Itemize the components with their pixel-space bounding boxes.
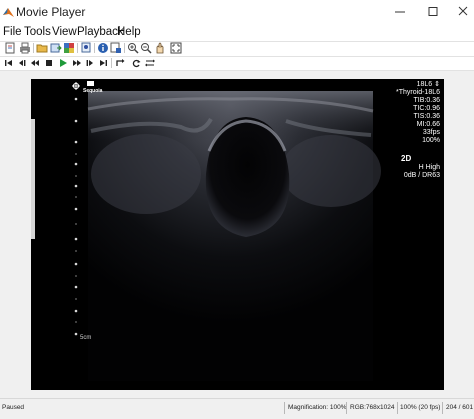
toolbar-divider — [94, 43, 95, 53]
probe-label: 18L6 ⇕ — [416, 81, 440, 88]
logo-text: Sequoia — [83, 88, 103, 94]
tib-value: TIB:0.36 — [413, 97, 440, 104]
frame-counter: 204 / 601 — [446, 404, 474, 411]
depth-scale — [74, 97, 78, 336]
status-divider — [442, 402, 443, 414]
frame-rate-value: 33fps — [422, 129, 440, 136]
color-info-status: RGB:768x1024 — [350, 404, 395, 411]
playback-toolbar — [0, 58, 474, 70]
menu-tools[interactable]: Tools — [24, 26, 51, 38]
title-bar: Movie Player — [0, 0, 474, 24]
gain-info: H High 0dB / DR63 — [404, 164, 440, 180]
mi-value: MI:0.66 — [416, 121, 440, 128]
menu-help[interactable]: Help — [117, 26, 141, 38]
maximize-icon[interactable] — [423, 4, 443, 20]
export-icon[interactable] — [50, 42, 62, 54]
acquisition-info: 18L6 ⇕ *Thyroid-18L6 TIB:0.36 TIC:0.96 T… — [396, 81, 440, 145]
pan-icon[interactable] — [154, 42, 166, 54]
tic-value: TIC:0.96 — [413, 105, 440, 112]
step-forward-icon[interactable] — [85, 58, 95, 68]
preset-label: *Thyroid-18L6 — [396, 89, 440, 96]
close-icon[interactable] — [453, 4, 473, 20]
zoom-in-icon[interactable] — [127, 42, 139, 54]
tis-value: TIS:0.36 — [413, 113, 440, 120]
rate-status: 100% (20 fps) — [400, 404, 441, 411]
gain-label: 0dB / DR63 — [403, 172, 440, 179]
magnification-status: Magnification: 100% — [288, 404, 347, 411]
step-back-icon[interactable] — [17, 58, 27, 68]
colormap-icon[interactable] — [63, 42, 75, 54]
info-icon[interactable] — [97, 42, 109, 54]
minimize-icon[interactable] — [390, 4, 410, 20]
ultrasound-frame[interactable]: Sequoia 18L6 ⇕ *Thyroid-18L6 TIB:0.36 TI… — [31, 79, 444, 390]
go-to-last-icon[interactable] — [98, 58, 108, 68]
go-to-first-icon[interactable] — [4, 58, 14, 68]
open-folder-icon[interactable] — [36, 42, 48, 54]
matlab-logo-icon — [3, 8, 14, 17]
menu-file[interactable]: File — [3, 26, 22, 38]
playback-direction-icon[interactable] — [145, 58, 155, 68]
toolbar-divider — [124, 43, 125, 53]
fast-forward-icon[interactable] — [72, 58, 82, 68]
play-icon[interactable] — [58, 58, 68, 68]
toolbar-divider — [111, 58, 112, 68]
jump-to-icon[interactable] — [115, 58, 125, 68]
depth-label: 5cm — [80, 335, 92, 341]
rewind-icon[interactable] — [30, 58, 40, 68]
frame-rate-icon[interactable] — [110, 42, 122, 54]
zoom-out-icon[interactable] — [140, 42, 152, 54]
toolbar-divider — [77, 43, 78, 53]
window-title: Movie Player — [16, 5, 86, 19]
status-divider — [397, 402, 398, 414]
menu-bar: File Tools View Playback Help — [0, 25, 474, 41]
power-value: 100% — [422, 137, 440, 144]
playback-state: Paused — [2, 404, 25, 411]
main-toolbar — [0, 42, 474, 56]
ultrasound-image — [31, 79, 381, 390]
loop-icon[interactable] — [131, 58, 141, 68]
focus-marker-icon — [72, 82, 80, 90]
frequency-label: H High — [418, 164, 440, 171]
new-file-icon[interactable] — [4, 42, 16, 54]
fit-to-window-icon[interactable] — [170, 42, 182, 54]
sequoia-logo-icon — [87, 81, 94, 86]
toolbar-divider — [33, 43, 34, 53]
status-divider — [284, 402, 285, 414]
status-divider — [346, 402, 347, 414]
mode-label: 2D — [401, 154, 412, 163]
toolbar-divider — [0, 56, 474, 57]
print-icon[interactable] — [19, 42, 31, 54]
pin-icon[interactable] — [80, 42, 92, 54]
stop-icon[interactable] — [44, 58, 54, 68]
menu-view[interactable]: View — [52, 26, 77, 38]
status-bar: Paused Magnification: 100% RGB:768x1024 … — [0, 398, 474, 419]
